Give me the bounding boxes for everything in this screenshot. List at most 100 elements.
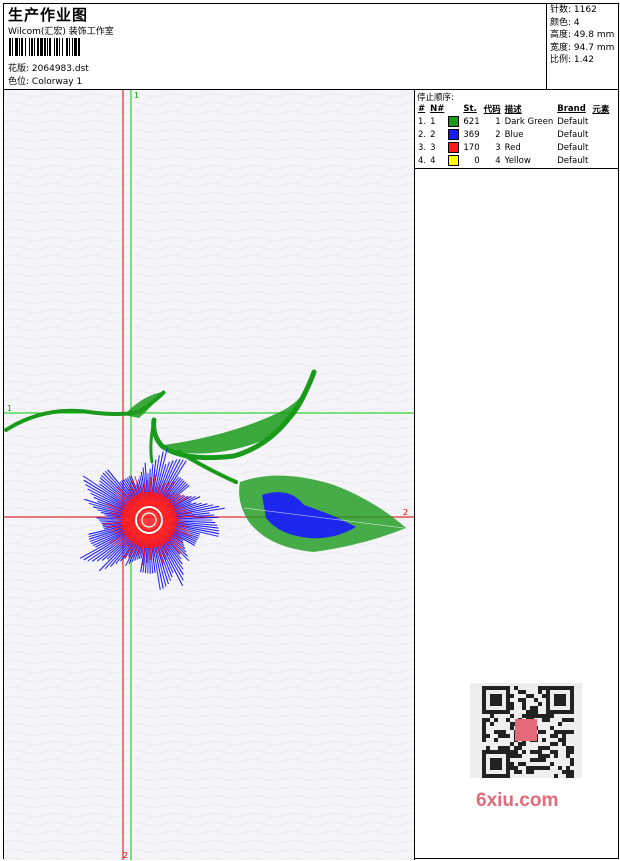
fabric-texture <box>4 90 414 860</box>
table-cell: Yellow <box>504 155 531 166</box>
qr-module <box>542 730 546 734</box>
qr-module <box>542 766 546 770</box>
qr-module <box>526 770 530 774</box>
qr-module <box>490 762 494 766</box>
qr-module <box>570 718 574 722</box>
qr-module <box>522 762 526 766</box>
qr-module <box>562 718 566 722</box>
stat-value: 49.8 mm <box>573 30 615 40</box>
color-sequence-table: # N# St. 代码 描述 Brand 元素 1. 1 621 1 Dark Gree… <box>416 102 611 167</box>
qr-module <box>506 770 510 774</box>
qr-module <box>486 774 490 778</box>
color-swatch <box>448 129 460 140</box>
table-cell: Dark Green <box>504 116 554 127</box>
qr-module <box>510 754 514 758</box>
qr-module <box>550 750 554 754</box>
column-header: # <box>418 103 426 114</box>
qr-module <box>494 702 498 706</box>
stat-stitches: 针数: 1162 <box>550 5 597 15</box>
qr-module <box>506 706 510 710</box>
qr-module <box>538 766 542 770</box>
qr-module <box>542 754 546 758</box>
qr-module <box>490 710 494 714</box>
qr-module <box>490 694 494 698</box>
qr-module <box>486 734 490 738</box>
color-swatch <box>448 116 460 127</box>
qr-module <box>566 754 570 758</box>
qr-module <box>546 714 550 718</box>
qr-module <box>570 770 574 774</box>
qr-module <box>502 730 506 734</box>
table-row: 4. 4 0 4 Yellow Default <box>416 154 611 167</box>
qr-module <box>530 714 534 718</box>
qr-module <box>482 730 486 734</box>
qr-module <box>542 738 546 742</box>
qr-module <box>566 774 570 778</box>
qr-module <box>510 750 514 754</box>
qr-module <box>514 770 518 774</box>
qr-module <box>490 774 494 778</box>
column-header: St. <box>463 103 477 114</box>
qr-module <box>538 690 542 694</box>
table-cell <box>590 154 611 167</box>
qr-module <box>486 746 490 750</box>
qr-module <box>546 710 550 714</box>
table-row: 1. 1 621 1 Dark Green Default <box>416 115 611 128</box>
qr-module <box>490 750 494 754</box>
qr-module <box>494 694 498 698</box>
column-header: 元素 <box>592 104 610 115</box>
column-header: N# <box>430 103 445 114</box>
table-cell: 4. <box>418 155 427 166</box>
stat-scale: 比例: 1.42 <box>550 55 594 65</box>
flower-center-red <box>121 492 177 548</box>
watermark-text: 6xiu.com <box>476 790 559 811</box>
qr-module <box>502 746 506 750</box>
qr-module <box>534 706 538 710</box>
qr-module <box>522 706 526 710</box>
qr-module <box>506 690 510 694</box>
qr-module <box>510 762 514 766</box>
qr-module <box>558 702 562 706</box>
qr-module <box>494 750 498 754</box>
green-h-axis-label: 1 <box>7 404 12 413</box>
qr-module <box>566 718 570 722</box>
qr-module <box>490 766 494 770</box>
qr-module <box>494 686 498 690</box>
seal-logo <box>515 719 537 741</box>
qr-module <box>482 750 486 754</box>
qr-module <box>542 714 546 718</box>
qr-module <box>530 750 534 754</box>
table-cell: 1 <box>495 116 501 127</box>
qr-module <box>570 710 574 714</box>
qr-module <box>534 758 538 762</box>
qr-module <box>502 774 506 778</box>
qr-module <box>482 702 486 706</box>
qr-module <box>550 726 554 730</box>
qr-module <box>482 686 486 690</box>
qr-module <box>498 694 502 698</box>
qr-module <box>498 766 502 770</box>
qr-module <box>554 694 558 698</box>
qr-module <box>494 762 498 766</box>
qr-module <box>482 766 486 770</box>
qr-module <box>538 702 542 706</box>
qr-module <box>546 686 550 690</box>
table-cell: 3 <box>430 142 436 153</box>
qr-module <box>538 750 542 754</box>
qr-module <box>542 686 546 690</box>
qr-module <box>546 694 550 698</box>
qr-module <box>490 702 494 706</box>
qr-module <box>514 686 518 690</box>
qr-module <box>562 742 566 746</box>
qr-module <box>562 694 566 698</box>
qr-module <box>566 766 570 770</box>
table-cell: Default <box>557 116 589 127</box>
qr-module <box>494 698 498 702</box>
table-cell: 4 <box>495 155 501 166</box>
qr-module <box>482 690 486 694</box>
qr-module <box>538 758 542 762</box>
qr-module <box>570 758 574 762</box>
qr-module <box>546 718 550 722</box>
table-cell: 3 <box>495 142 501 153</box>
qr-module <box>566 770 570 774</box>
